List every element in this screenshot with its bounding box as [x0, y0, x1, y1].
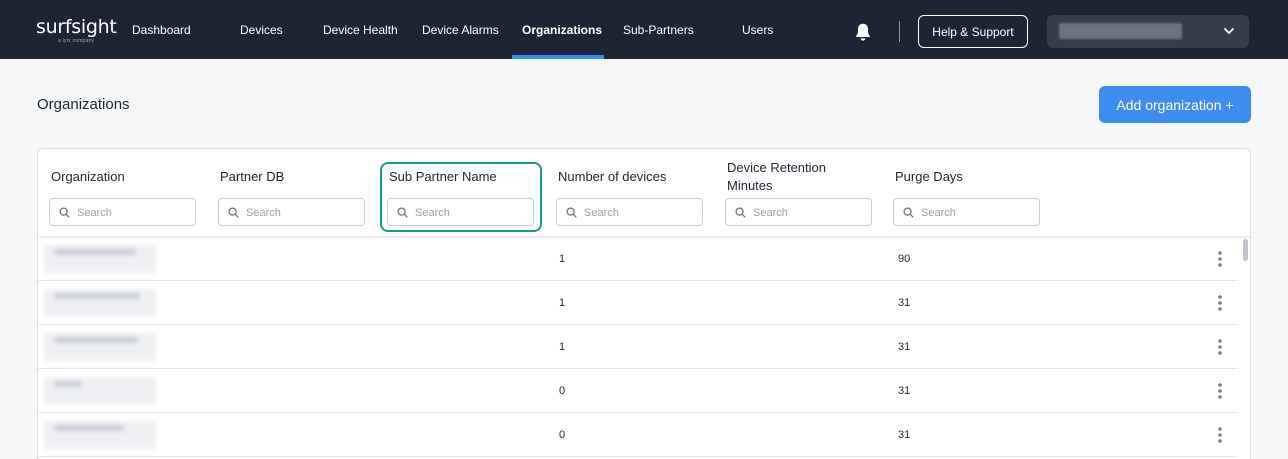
search-input-organization[interactable]	[49, 198, 196, 226]
kebab-menu-icon[interactable]	[1214, 381, 1226, 401]
organization-name-redacted-text	[54, 381, 82, 387]
cell-number-of-devices: 0	[559, 385, 566, 397]
table-scrollbar[interactable]	[1243, 239, 1248, 261]
organization-name-redacted-text	[54, 293, 140, 299]
cell-number-of-devices: 1	[559, 341, 566, 353]
nav-item-organizations[interactable]: Organizations	[522, 23, 602, 37]
cell-purge-days: 31	[898, 429, 911, 441]
surfsight-logo[interactable]: surfsight	[36, 16, 117, 38]
column-header-purge-days[interactable]: Purge Days	[895, 168, 963, 186]
cell-purge-days: 90	[898, 253, 911, 265]
search-icon	[59, 207, 70, 218]
column-header-partner-db[interactable]: Partner DB	[220, 168, 284, 186]
search-icon	[735, 207, 746, 218]
cell-number-of-devices: 1	[559, 297, 566, 309]
search-icon	[903, 207, 914, 218]
search-field-partner-db[interactable]	[246, 204, 358, 221]
organizations-table: Organization Partner DB Sub Partner Name…	[37, 148, 1251, 459]
account-name-redacted	[1059, 23, 1182, 39]
search-field-purge-days[interactable]	[921, 204, 1033, 221]
organization-name-redacted-text	[54, 249, 136, 255]
nav-divider	[899, 21, 900, 42]
top-nav-bar: surfsight a lytx company Dashboard Devic…	[0, 0, 1288, 59]
add-organization-button[interactable]: Add organization +	[1099, 86, 1251, 123]
nav-item-devices[interactable]: Devices	[240, 23, 283, 37]
table-row[interactable]: 1 90	[38, 237, 1238, 281]
cell-purge-days: 31	[898, 385, 911, 397]
table-row[interactable]: 0 31	[38, 413, 1238, 457]
page-title: Organizations	[37, 96, 130, 113]
table-row[interactable]: 1 31	[38, 281, 1238, 325]
kebab-menu-icon[interactable]	[1214, 425, 1226, 445]
nav-item-sub-partners[interactable]: Sub-Partners	[623, 23, 694, 37]
column-header-organization[interactable]: Organization	[51, 168, 125, 186]
search-field-device-retention-minutes[interactable]	[753, 204, 865, 221]
chevron-down-icon	[1224, 28, 1234, 34]
nav-item-device-health[interactable]: Device Health	[323, 23, 398, 37]
help-support-button[interactable]: Help & Support	[918, 15, 1028, 48]
kebab-menu-icon[interactable]	[1214, 293, 1226, 313]
nav-item-users[interactable]: Users	[742, 23, 773, 37]
search-field-number-of-devices[interactable]	[584, 204, 696, 221]
kebab-menu-icon[interactable]	[1214, 337, 1226, 357]
cell-number-of-devices: 0	[559, 429, 566, 441]
search-input-number-of-devices[interactable]	[556, 198, 703, 226]
search-input-purge-days[interactable]	[893, 198, 1040, 226]
organization-name-redacted-text	[54, 337, 138, 343]
cell-purge-days: 31	[898, 297, 911, 309]
column-header-device-retention-minutes[interactable]: Device Retention Minutes	[727, 159, 847, 195]
search-input-device-retention-minutes[interactable]	[725, 198, 872, 226]
table-row[interactable]: 0 31	[38, 369, 1238, 413]
kebab-menu-icon[interactable]	[1214, 249, 1226, 269]
search-icon	[566, 207, 577, 218]
logo-subtitle: a lytx company	[58, 38, 95, 44]
column-header-number-of-devices[interactable]: Number of devices	[558, 168, 666, 186]
account-dropdown[interactable]	[1047, 15, 1249, 48]
cell-number-of-devices: 1	[559, 253, 566, 265]
search-field-organization[interactable]	[77, 204, 189, 221]
search-input-partner-db[interactable]	[218, 198, 365, 226]
cell-purge-days: 31	[898, 341, 911, 353]
search-icon	[228, 207, 239, 218]
nav-item-dashboard[interactable]: Dashboard	[132, 23, 191, 37]
active-tab-indicator	[512, 55, 604, 59]
bell-icon[interactable]	[852, 21, 874, 43]
column-highlight-outline	[380, 162, 542, 232]
table-header: Organization Partner DB Sub Partner Name…	[38, 149, 1250, 237]
organization-name-redacted-text	[54, 425, 124, 431]
table-row[interactable]: 1 31	[38, 325, 1238, 369]
nav-item-device-alarms[interactable]: Device Alarms	[422, 23, 499, 37]
